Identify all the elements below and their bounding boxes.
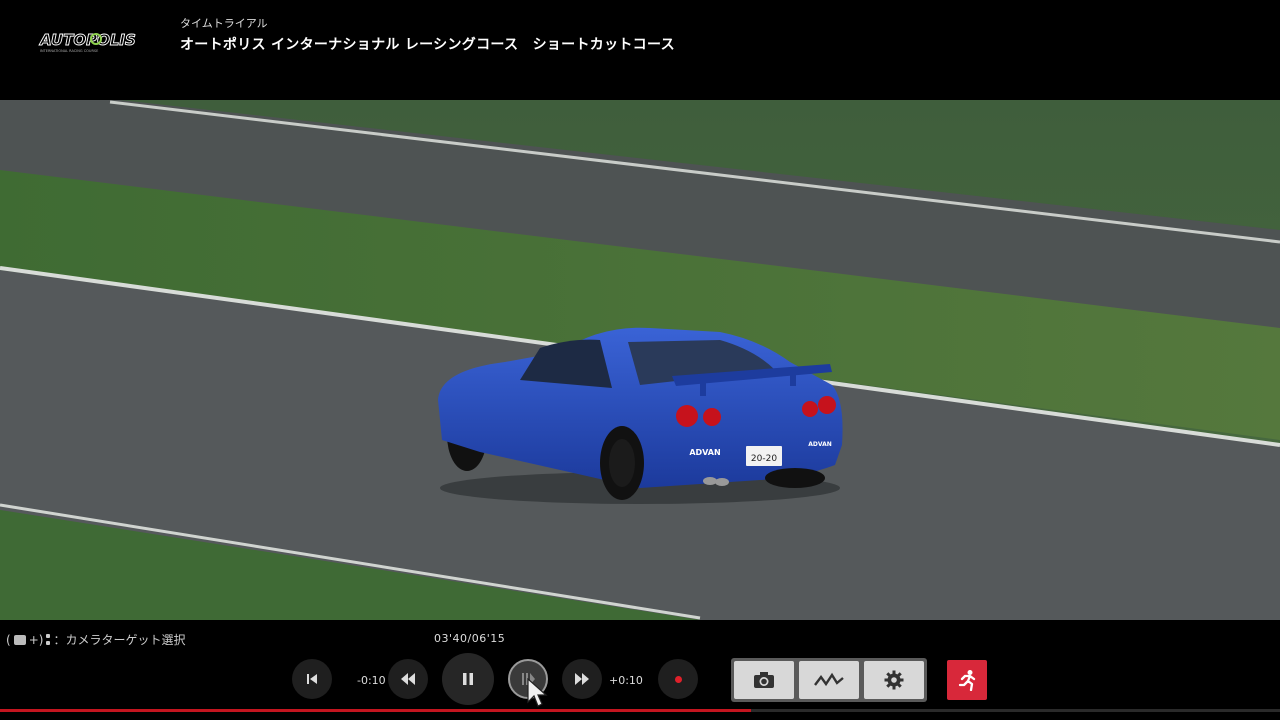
hint-paren: ( (6, 632, 11, 647)
pause-icon (463, 673, 473, 685)
bumper-brand-left: ADVAN (689, 448, 720, 457)
replay-control-bar: ( +) ：カメラターゲット選択 03'40/06'15 -0:10 +0:10 (0, 620, 1280, 720)
hint-label: ：カメラターゲット選択 (53, 633, 186, 647)
camera-target-hint: ( +) ：カメラターゲット選択 (6, 631, 185, 648)
skip-to-start-button[interactable] (292, 659, 332, 699)
replay-progress-fill (0, 709, 752, 712)
plate-number: 20-20 (751, 454, 777, 464)
jump-forward-label: +0:10 (609, 674, 643, 687)
autopolis-logo: AUTOPOLIS INTERNATIONAL RACING COURSE (38, 30, 146, 54)
pause-button[interactable] (442, 653, 494, 705)
logo-wordmark: AUTOPOLIS (39, 31, 136, 49)
photo-mode-button[interactable] (734, 661, 794, 699)
fast-forward-button[interactable] (562, 659, 602, 699)
settings-button[interactable] (864, 661, 924, 699)
camera-icon (754, 672, 774, 688)
logo-subtext: INTERNATIONAL RACING COURSE (40, 49, 98, 53)
record-icon (674, 675, 682, 683)
replay-timecode: 03'40/06'15 (434, 632, 506, 645)
exit-running-icon (958, 670, 976, 691)
record-button[interactable] (658, 659, 698, 699)
exit-replay-button[interactable] (947, 660, 987, 700)
mode-label: タイムトライアル (180, 17, 268, 30)
replay-tool-group (731, 658, 927, 702)
bumper-brand-right: ADVAN (808, 441, 832, 448)
telemetry-icon (814, 672, 844, 687)
dpad-icon (46, 634, 51, 645)
touchpad-icon (13, 634, 26, 645)
fast-forward-icon (575, 673, 589, 685)
rewind-button[interactable] (388, 659, 428, 699)
mouse-cursor-icon (527, 678, 548, 707)
telemetry-button[interactable] (799, 661, 859, 699)
rewind-icon (401, 673, 415, 685)
track-scene: 20-20 ADVAN ADVAN (0, 100, 1280, 620)
hint-plus: +) (28, 632, 44, 647)
jump-back-label: -0:10 (357, 674, 386, 687)
title-bar: AUTOPOLIS INTERNATIONAL RACING COURSE タイ… (0, 0, 1280, 100)
gear-icon (884, 670, 904, 690)
replay-progress-bar[interactable] (0, 709, 1280, 712)
replay-viewport: 20-20 ADVAN ADVAN (0, 100, 1280, 620)
course-title: オートポリス インターナショナル レーシングコース ショートカットコース (180, 37, 675, 53)
skip-to-start-icon (307, 674, 317, 684)
